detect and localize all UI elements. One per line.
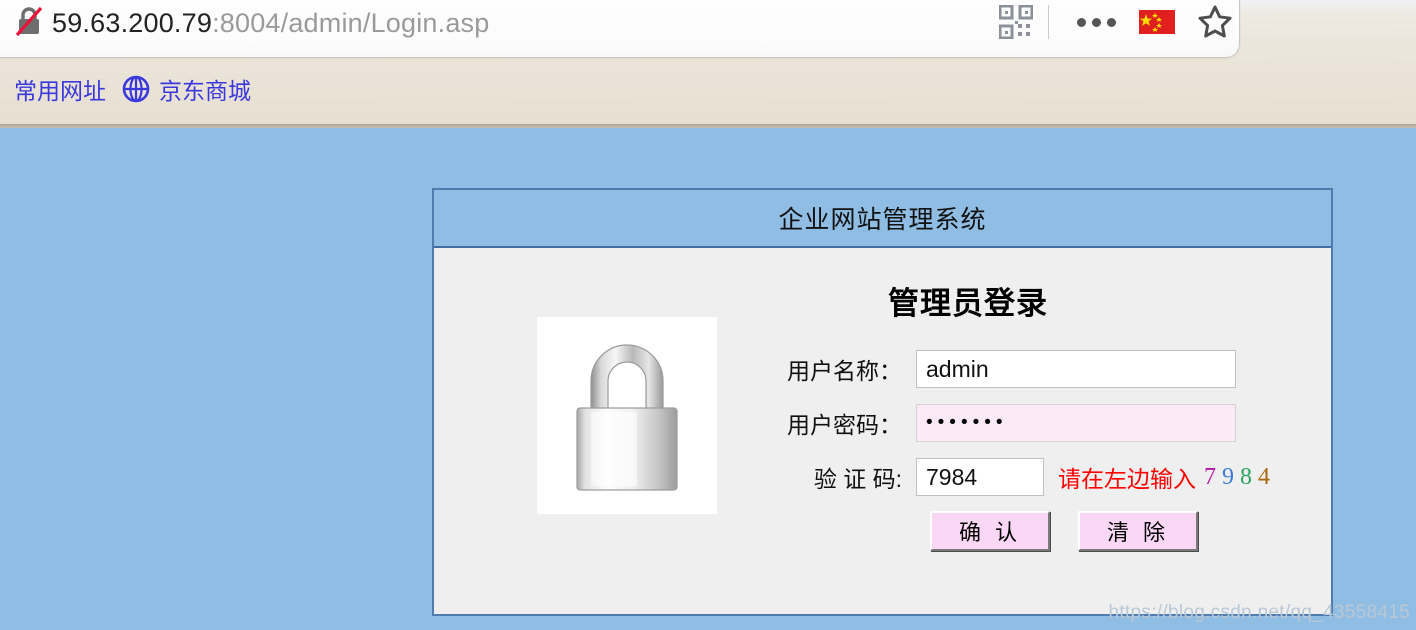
omnibox-separator [1048,5,1049,39]
login-form: 管理员登录 用户名称： 用户密码： 验 证 码: 请在左边输入 7984 [784,278,1324,551]
clear-button[interactable]: 清 除 [1078,511,1198,551]
username-input[interactable] [916,350,1236,388]
panel-body: 管理员登录 用户名称： 用户密码： 验 证 码: 请在左边输入 7984 [434,248,1331,614]
password-label: 用户密码： [787,412,902,438]
captcha-digit: 4 [1258,463,1274,490]
login-panel: 企业网站管理系统 管理员登录 用户名称： admin 用户密码： •••••••… [432,188,1333,616]
browser-chrome: 59.63.200.79:8004/admin/Login.asp 常用网址 京… [0,0,1416,128]
captcha-digit: 9 [1222,463,1238,490]
url-display[interactable]: 59.63.200.79:8004/admin/Login.asp [52,5,489,41]
username-row: 用户名称： [784,349,1324,389]
omnibox-actions [994,0,1243,46]
panel-header: 企业网站管理系统 [434,190,1331,248]
captcha-hint: 请在左边输入 7984 [1058,460,1275,494]
password-row: 用户密码： [784,403,1324,443]
bookmark-label: 京东商城 [159,78,251,104]
url-path: :8004/admin/Login.asp [212,8,490,38]
username-label: 用户名称： [787,358,902,384]
captcha-hint-text: 请在左边输入 [1058,466,1196,492]
padlock-image [537,317,717,514]
captcha-code-image: 7984 [1203,464,1275,491]
captcha-row: 验 证 码: 请在左边输入 7984 [784,457,1324,497]
watermark: https://blog.csdn.net/qq_43558415 [1108,602,1410,623]
bookmarks-bar: 常用网址 京东商城 [0,62,1416,116]
captcha-label: 验 证 码: [813,466,902,492]
page-title: 企业网站管理系统 [778,206,987,234]
page-content: 企业网站管理系统 管理员登录 用户名称： admin 用户密码： •••••••… [0,128,1416,630]
china-flag-icon[interactable] [1127,0,1187,46]
submit-button[interactable]: 确 认 [930,511,1050,551]
captcha-input[interactable] [916,458,1044,496]
globe-icon [122,75,150,103]
bookmark-item-jd-mall[interactable]: 京东商城 [114,69,259,109]
star-icon[interactable] [1187,0,1243,46]
url-host: 59.63.200.79 [52,8,213,38]
padlock-icon [576,343,678,491]
captcha-digit: 7 [1204,463,1220,490]
password-input[interactable] [916,404,1236,442]
bookmark-item-common-sites[interactable]: 常用网址 [6,69,114,109]
more-options-icon[interactable] [1065,0,1127,46]
bookmark-label: 常用网址 [14,78,106,104]
captcha-digit: 8 [1240,463,1256,490]
qr-code-icon[interactable] [994,0,1038,46]
broken-lock-icon[interactable] [14,6,44,38]
address-bar[interactable]: 59.63.200.79:8004/admin/Login.asp [0,0,1240,58]
form-title: 管理员登录 [888,286,1048,321]
form-buttons: 确 认 清 除 [784,511,1324,551]
